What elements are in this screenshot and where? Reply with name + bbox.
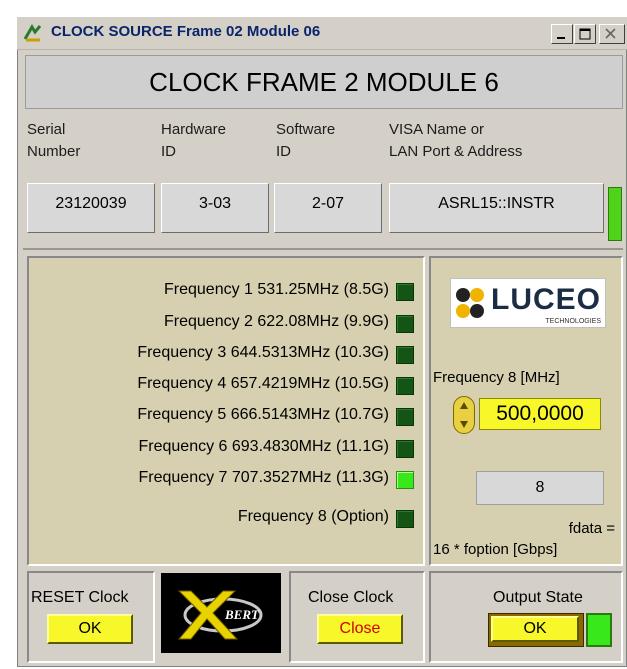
output-ok-button[interactable]: OK: [491, 616, 579, 642]
frequency-label-8: Frequency 8 (Option): [237, 508, 389, 525]
close-clock-button[interactable]: Close: [317, 614, 403, 644]
frequency-label-5: Frequency 5 666.5143MHz (10.7G): [137, 406, 389, 423]
window-title: CLOCK SOURCE Frame 02 Module 06: [51, 23, 321, 40]
serial-header: Serial Number: [27, 119, 80, 163]
serial-number-value: 23120039: [27, 183, 155, 233]
output-led: [586, 613, 612, 647]
xbert-logo-icon: [177, 590, 263, 640]
module-banner: CLOCK FRAME 2 MODULE 6: [25, 55, 623, 109]
visa-address-value: ASRL15::INSTR: [389, 183, 604, 233]
reset-ok-button[interactable]: OK: [47, 614, 133, 644]
hardware-id-value: 3-03: [161, 183, 269, 233]
spinner-arrows-icon: [460, 402, 468, 428]
maximize-button[interactable]: [574, 24, 596, 44]
frequency-label-1: Frequency 1 531.25MHz (8.5G): [164, 281, 389, 298]
minimize-button[interactable]: [551, 24, 573, 44]
xbert-logo: BERT: [161, 573, 281, 653]
luceo-sub: TECHNOLOGIES: [545, 318, 601, 325]
hardware-header-line1: Hardware: [161, 121, 227, 138]
luceo-dots-icon: [456, 288, 484, 318]
xbert-text: BERT: [225, 607, 259, 622]
title-bar[interactable]: CLOCK SOURCE Frame 02 Module 06: [17, 17, 627, 50]
frequency-1-led[interactable]: [396, 283, 414, 301]
software-header-line2: ID: [276, 143, 291, 160]
serial-header-line2: Number: [27, 143, 81, 160]
connection-indicator: [608, 187, 622, 241]
software-id-value: 2-07: [274, 183, 382, 233]
ratio-value: 8: [476, 471, 604, 505]
client-area: CLOCK FRAME 2 MODULE 6 Serial Number Har…: [23, 53, 623, 663]
formula-line1: fdata =: [568, 520, 615, 537]
frequency-label-6: Frequency 6 693.4830MHz (11.1G): [138, 438, 390, 455]
visa-header: VISA Name or LAN Port & Address: [389, 119, 522, 163]
close-label: Close Clock: [308, 589, 394, 606]
serial-header-line1: Serial: [27, 121, 66, 138]
visa-header-line2: LAN Port & Address: [389, 143, 523, 160]
output-button-frame: OK: [488, 613, 584, 647]
divider: [23, 248, 623, 250]
frequency-4-led[interactable]: [396, 377, 414, 395]
close-icon: [605, 28, 616, 39]
close-panel: Close Clock Close: [289, 571, 425, 663]
hardware-header: Hardware ID: [161, 119, 226, 163]
frequency-label-3: Frequency 3 644.5313MHz (10.3G): [137, 344, 389, 361]
frequency8-input[interactable]: 500,0000: [479, 398, 601, 430]
luceo-brand: LUCEO: [491, 283, 601, 316]
maximize-icon: [579, 28, 591, 40]
app-icon: [23, 23, 43, 43]
hardware-header-line2: ID: [161, 143, 176, 160]
frequency-7-led[interactable]: [396, 471, 414, 489]
reset-panel: RESET Clock OK: [27, 571, 155, 663]
output-panel: Output State OK: [429, 571, 623, 663]
frequency-label-7: Frequency 7 707.3527MHz (11.3G): [138, 469, 390, 486]
window: CLOCK SOURCE Frame 02 Module 06 CLOCK FR…: [17, 17, 627, 667]
frequency8-label: Frequency 8 [MHz]: [433, 369, 560, 386]
output-label: Output State: [493, 589, 583, 606]
luceo-logo: LUCEO TECHNOLOGIES: [450, 278, 606, 328]
frequency8-panel: LUCEO TECHNOLOGIES Frequency 8 [MHz] 500…: [429, 256, 623, 566]
software-header: Software ID: [276, 119, 335, 163]
frequency-panel: Frequency 1 531.25MHz (8.5G) Frequency 2…: [27, 256, 425, 566]
frequency-5-led[interactable]: [396, 408, 414, 426]
frequency-3-led[interactable]: [396, 346, 414, 364]
minimize-icon: [557, 37, 565, 39]
close-window-button[interactable]: [599, 24, 625, 44]
frequency8-spinner[interactable]: [453, 396, 475, 434]
visa-header-line1: VISA Name or: [389, 121, 485, 138]
frequency-6-led[interactable]: [396, 440, 414, 458]
frequency-8-led[interactable]: [396, 510, 414, 528]
formula-line2: 16 * foption [Gbps]: [433, 541, 558, 558]
frequency-2-led[interactable]: [396, 315, 414, 333]
frequency-label-2: Frequency 2 622.08MHz (9.9G): [164, 313, 389, 330]
frequency-label-4: Frequency 4 657.4219MHz (10.5G): [137, 375, 389, 392]
software-header-line1: Software: [276, 121, 336, 138]
reset-label: RESET Clock: [31, 589, 129, 606]
